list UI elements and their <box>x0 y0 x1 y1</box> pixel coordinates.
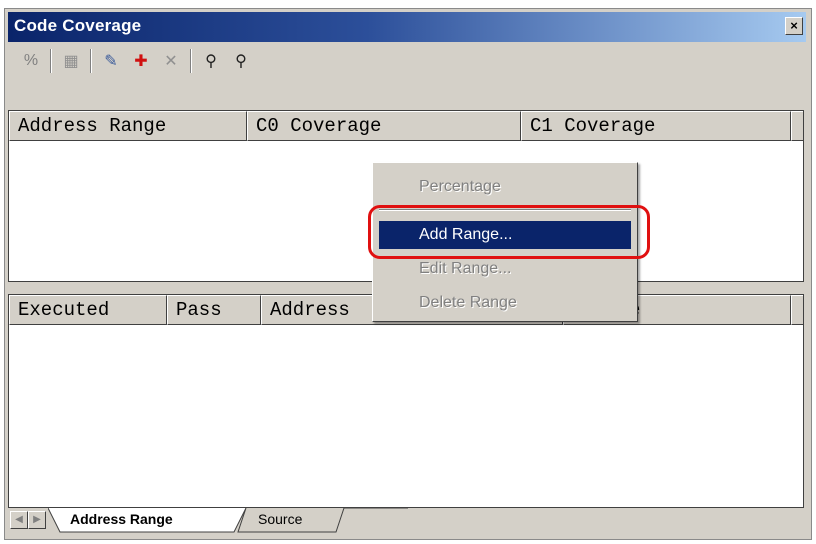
code-map-icon[interactable]: ▦ <box>58 49 84 73</box>
find-next-icon[interactable]: ⚲ <box>228 49 254 73</box>
column-header-filler <box>791 111 803 141</box>
toolbar: % ▦ ✎ ✚ ✕ ⚲ ⚲ <box>8 44 806 78</box>
tab-bar: ◀ ▶ Address Range Source <box>8 508 804 536</box>
tab-scroll-left-icon[interactable]: ◀ <box>10 511 28 529</box>
upper-table-header: Address Range C0 Coverage C1 Coverage <box>9 111 803 141</box>
add-range-highlight <box>368 205 650 259</box>
column-header-filler <box>791 295 803 325</box>
toolbar-separator <box>190 49 192 73</box>
find-icon[interactable]: ⚲ <box>198 49 224 73</box>
menu-item-percentage[interactable]: Percentage <box>379 173 631 201</box>
window-title: Code Coverage <box>14 16 142 35</box>
tab-address-range[interactable]: Address Range <box>64 508 179 532</box>
coverage-detail-pane[interactable]: Executed Pass Address Source <box>8 294 804 508</box>
toolbar-separator <box>50 49 52 73</box>
edit-range-icon[interactable]: ✎ <box>98 49 124 73</box>
column-header-executed[interactable]: Executed <box>9 295 167 325</box>
column-header-address-range[interactable]: Address Range <box>9 111 247 141</box>
column-header-c1-coverage[interactable]: C1 Coverage <box>521 111 791 141</box>
percent-icon[interactable]: % <box>18 49 44 73</box>
title-bar[interactable]: Code Coverage × <box>8 12 806 42</box>
add-range-icon[interactable]: ✚ <box>128 49 154 73</box>
delete-range-icon[interactable]: ✕ <box>158 49 184 73</box>
tab-source[interactable]: Source <box>252 508 308 532</box>
column-header-c0-coverage[interactable]: C0 Coverage <box>247 111 521 141</box>
column-header-pass[interactable]: Pass <box>167 295 261 325</box>
tab-scroll-right-icon[interactable]: ▶ <box>28 511 46 529</box>
menu-item-delete-range[interactable]: Delete Range <box>379 289 631 317</box>
toolbar-separator <box>90 49 92 73</box>
menu-item-edit-range[interactable]: Edit Range... <box>379 255 631 283</box>
close-button[interactable]: × <box>785 17 803 35</box>
